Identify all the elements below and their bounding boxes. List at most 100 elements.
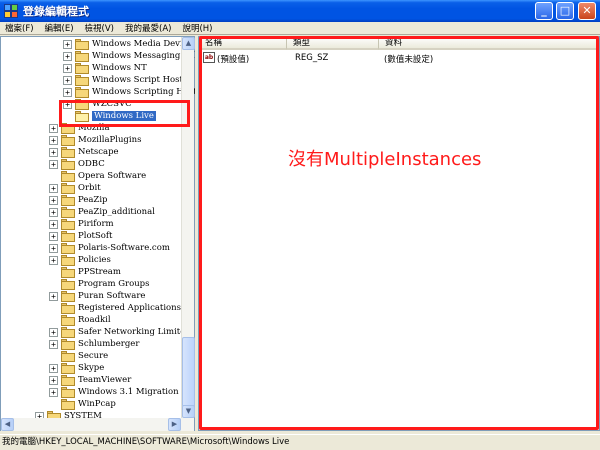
folder-icon [75,74,89,86]
tree-item[interactable]: PPStream [49,266,121,278]
scroll-right-icon[interactable]: ▶ [168,418,181,431]
tree-horizontal-scrollbar[interactable]: ◀ ▶ [1,418,194,431]
value-data: (數值未設定) [384,55,434,65]
expand-icon[interactable]: + [49,135,58,145]
tree-item[interactable]: + Safer Networking Limited [49,326,191,338]
expand-icon[interactable]: + [49,183,58,193]
tree-item[interactable]: WinPcap [49,398,116,410]
tree-item[interactable]: Program Groups [49,278,149,290]
tree-item[interactable]: + Orbit [49,182,101,194]
expand-icon[interactable]: + [49,147,58,157]
tree-item[interactable]: + Policies [49,254,111,266]
tree-item[interactable]: + PeaZip_additional [49,206,155,218]
tree-item-label: Policies [78,255,111,265]
tree-item[interactable]: + PlotSoft [49,230,112,242]
window-title: 登錄編輯程式 [23,5,89,18]
minimize-button[interactable]: _ [535,2,553,20]
menu-separator [0,34,600,35]
menu-edit[interactable]: 編輯(E) [40,22,80,34]
menu-help[interactable]: 說明(H) [177,22,218,34]
regedit-icon [3,3,19,19]
expand-icon[interactable]: + [49,327,58,337]
table-row[interactable]: ab [203,51,216,64]
column-header-data[interactable]: 資料 [379,37,599,50]
tree-item[interactable]: + Windows NT [63,62,147,74]
expand-icon[interactable]: + [49,231,58,241]
tree-item[interactable]: Opera Software [49,170,146,182]
expand-icon[interactable]: + [63,99,72,109]
expand-icon[interactable]: + [63,51,72,61]
tree-item-label: Piriform [78,219,114,229]
folder-icon [75,98,89,110]
tree-item[interactable]: + Puran Software [49,290,145,302]
tree-item-label: TeamViewer [78,375,132,385]
folder-icon [61,314,75,326]
tree-item[interactable]: + MozillaPlugins [49,134,141,146]
expand-icon[interactable]: + [49,207,58,217]
expand-icon[interactable]: + [63,87,72,97]
folder-icon [61,182,75,194]
scroll-up-icon[interactable]: ▲ [182,37,195,50]
scroll-thumb[interactable] [182,337,195,407]
tree-item-label: ODBC [78,159,105,169]
folder-icon [61,302,75,314]
close-button[interactable]: ✕ [578,2,596,20]
tree-item[interactable]: + ODBC [49,158,105,170]
value-type: REG_SZ [295,53,329,63]
string-value-icon: ab [203,52,215,63]
tree-item-label: MozillaPlugins [78,135,142,145]
expand-icon[interactable]: + [49,291,58,301]
column-header-type[interactable]: 類型 [287,37,379,50]
folder-icon [61,266,75,278]
expand-icon[interactable]: + [49,243,58,253]
tree-item-label: PeaZip_additional [78,207,155,217]
tree-item[interactable]: Registered Applications [49,302,181,314]
folder-icon [61,374,75,386]
expand-icon[interactable]: + [49,123,58,133]
tree-vertical-scrollbar[interactable]: ▲ ▼ [181,37,195,418]
registry-values-list[interactable]: 名稱 類型 資料 ab (預設值) REG_SZ (數值未設定) [198,36,600,431]
tree-item[interactable]: Windows Live [63,110,156,122]
folder-icon [75,50,89,62]
folder-icon [61,122,75,134]
tree-item-label: Netscape [78,147,119,157]
expand-icon[interactable]: + [49,363,58,373]
scroll-left-icon[interactable]: ◀ [1,418,14,431]
expand-icon[interactable]: + [49,219,58,229]
expand-icon[interactable]: + [49,375,58,385]
tree-item[interactable]: + Netscape [49,146,119,158]
tree-item-label: Windows NT [92,63,147,73]
expand-icon[interactable]: + [63,39,72,49]
expand-icon[interactable]: + [49,255,58,265]
expand-icon[interactable]: + [49,159,58,169]
tree-item[interactable]: + Mozilla [49,122,110,134]
tree-item[interactable]: + Skype [49,362,104,374]
expand-icon[interactable]: + [49,387,58,397]
scroll-down-icon[interactable]: ▼ [182,405,195,418]
tree-item-label: Safer Networking Limited [78,327,191,337]
folder-icon [75,38,89,50]
tree-item-label: Puran Software [78,291,146,301]
folder-icon [61,278,75,290]
tree-item-label: WinPcap [78,399,116,409]
tree-item[interactable]: Secure [49,350,108,362]
tree-item[interactable]: + TeamViewer [49,374,131,386]
menu-view[interactable]: 檢視(V) [80,22,120,34]
menu-favorites[interactable]: 我的最愛(A) [120,22,177,34]
tree-item[interactable]: + Schlumberger [49,338,139,350]
tree-item[interactable]: Roadkil [49,314,111,326]
tree-item[interactable]: + Windows Scripting Host [63,86,197,98]
expand-icon[interactable]: + [49,195,58,205]
expand-icon[interactable]: + [63,75,72,85]
folder-icon [61,290,75,302]
expand-icon[interactable]: + [49,339,58,349]
maximize-button[interactable]: □ [556,2,574,20]
tree-item[interactable]: + Piriform [49,218,114,230]
tree-item[interactable]: + Windows Script Host [63,74,183,86]
tree-item[interactable]: + PeaZip [49,194,108,206]
menu-file[interactable]: 檔案(F) [0,22,40,34]
expand-icon[interactable]: + [63,63,72,73]
tree-item[interactable]: + WZCSVC [63,98,132,110]
tree-item[interactable]: + Polaris-Software.com [49,242,170,254]
column-header-name[interactable]: 名稱 [199,37,287,50]
